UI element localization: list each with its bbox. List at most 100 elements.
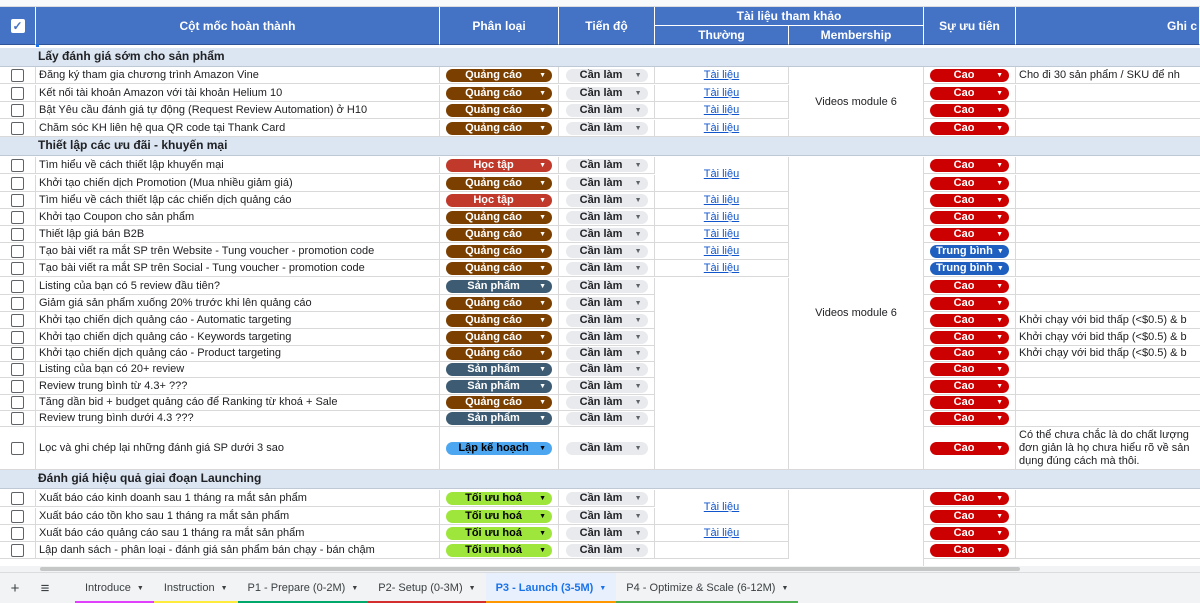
task-cell[interactable]: Khởi tạo chiến dịch Promotion (Mua nhiều… [36, 175, 440, 191]
progress-dropdown[interactable]: Cần làm ▼ [565, 509, 648, 523]
task-checkbox[interactable] [11, 103, 24, 117]
doc-cell[interactable]: Tài liệu [655, 120, 789, 136]
task-cell[interactable]: Khởi tạo chiến dịch quảng cáo - Keywords… [36, 329, 440, 345]
checkbox-cell[interactable] [0, 157, 36, 173]
category-dropdown[interactable]: Quảng cáo ▼ [446, 330, 552, 344]
header-progress[interactable]: Tiến độ [559, 7, 655, 45]
category-dropdown[interactable]: Sản phẩm ▼ [446, 279, 552, 293]
progress-cell[interactable]: Cần làm ▼ [559, 85, 655, 101]
progress-dropdown[interactable]: Cần làm ▼ [565, 346, 648, 360]
category-cell[interactable]: Quảng cáo ▼ [440, 85, 559, 101]
priority-cell[interactable]: Cao ▼ [924, 525, 1016, 541]
checkbox-cell[interactable] [0, 226, 36, 242]
category-cell[interactable]: Quảng cáo ▼ [440, 102, 559, 118]
priority-dropdown[interactable]: Cao ▼ [930, 279, 1009, 293]
header-reference[interactable]: Tài liệu tham khảo [655, 7, 924, 26]
progress-dropdown[interactable]: Cần làm ▼ [565, 362, 648, 376]
priority-cell[interactable]: Cao ▼ [924, 85, 1016, 101]
doc-link[interactable]: Tài liệu [704, 194, 739, 206]
membership-merged-cell-1[interactable]: Videos module 6 [789, 67, 924, 137]
progress-cell[interactable]: Cần làm ▼ [559, 295, 655, 311]
note-cell[interactable]: Khởi chạy với bid thấp (<$0.5) & b [1016, 345, 1200, 361]
priority-cell[interactable]: Cao ▼ [924, 508, 1016, 524]
task-cell[interactable]: Thiết lập giá bán B2B [36, 226, 440, 242]
progress-cell[interactable]: Cần làm ▼ [559, 243, 655, 259]
category-cell[interactable]: Sản phẩm ▼ [440, 410, 559, 426]
progress-cell[interactable]: Cần làm ▼ [559, 378, 655, 394]
tab-introduce[interactable]: Introduce ▼ [75, 573, 154, 603]
doc-link[interactable]: Tài liệu [704, 527, 739, 539]
section-row[interactable]: Thiết lập các ưu đãi - khuyến mại [0, 137, 1200, 156]
doc-link[interactable]: Tài liệu [704, 501, 739, 513]
note-cell[interactable]: Khởi chạy với bid thấp (<$0.5) & b [1016, 312, 1200, 328]
category-cell[interactable]: Sản phẩm ▼ [440, 278, 559, 294]
header-regular[interactable]: Thường [655, 26, 789, 45]
progress-cell[interactable]: Cần làm ▼ [559, 67, 655, 83]
tab-p4-optimize-scale-6-12m[interactable]: P4 - Optimize & Scale (6-12M) ▼ [616, 573, 799, 603]
priority-cell[interactable]: Cao ▼ [924, 329, 1016, 345]
checkbox-cell[interactable] [0, 295, 36, 311]
progress-cell[interactable]: Cần làm ▼ [559, 209, 655, 225]
category-cell[interactable]: Quảng cáo ▼ [440, 260, 559, 276]
priority-dropdown[interactable]: Cao ▼ [930, 121, 1009, 135]
priority-cell[interactable]: Cao ▼ [924, 157, 1016, 173]
note-cell[interactable] [1016, 542, 1200, 558]
checkbox-cell[interactable] [0, 67, 36, 83]
priority-cell[interactable]: Cao ▼ [924, 175, 1016, 191]
note-cell[interactable] [1016, 243, 1200, 259]
doc-merged-cell-c[interactable] [655, 278, 789, 470]
checkbox-cell[interactable] [0, 345, 36, 361]
task-cell[interactable]: Khởi tạo Coupon cho sản phẩm [36, 209, 440, 225]
category-cell[interactable]: Tối ưu hoá ▼ [440, 525, 559, 541]
task-checkbox[interactable] [11, 411, 24, 425]
progress-cell[interactable]: Cần làm ▼ [559, 361, 655, 377]
priority-cell[interactable]: Trung bình ▼ [924, 243, 1016, 259]
tab-p1-prepare-0-2m[interactable]: P1 - Prepare (0-2M) ▼ [237, 573, 369, 603]
priority-dropdown[interactable]: Cao ▼ [930, 395, 1009, 409]
doc-link[interactable]: Tài liệu [704, 245, 739, 257]
priority-cell[interactable]: Cao ▼ [924, 394, 1016, 410]
category-dropdown[interactable]: Tối ưu hoá ▼ [446, 526, 552, 540]
progress-cell[interactable]: Cần làm ▼ [559, 260, 655, 276]
doc-merged-cell-a[interactable]: Tài liệu [655, 157, 789, 192]
category-cell[interactable]: Quảng cáo ▼ [440, 175, 559, 191]
priority-dropdown[interactable]: Cao ▼ [930, 210, 1009, 224]
checkbox-cell[interactable] [0, 175, 36, 191]
task-checkbox[interactable] [11, 509, 24, 523]
priority-cell[interactable]: Cao ▼ [924, 102, 1016, 118]
task-checkbox[interactable] [11, 491, 24, 505]
task-cell[interactable]: Xuất báo cáo tồn kho sau 1 tháng ra mắt … [36, 508, 440, 524]
progress-cell[interactable]: Cần làm ▼ [559, 427, 655, 469]
progress-dropdown[interactable]: Cần làm ▼ [565, 158, 648, 172]
task-checkbox[interactable] [11, 68, 24, 82]
checkbox-cell[interactable] [0, 329, 36, 345]
task-checkbox[interactable] [11, 526, 24, 540]
priority-dropdown[interactable]: Cao ▼ [930, 526, 1009, 540]
section-row[interactable]: Đánh giá hiệu quả giai đoạn Launching [0, 470, 1200, 489]
category-cell[interactable]: Quảng cáo ▼ [440, 394, 559, 410]
priority-dropdown[interactable]: Cao ▼ [930, 313, 1009, 327]
category-cell[interactable]: Quảng cáo ▼ [440, 67, 559, 83]
priority-dropdown[interactable]: Cao ▼ [930, 296, 1009, 310]
note-cell[interactable]: Khởi chạy với bid thấp (<$0.5) & b [1016, 329, 1200, 345]
category-dropdown[interactable]: Tối ưu hoá ▼ [446, 509, 552, 523]
category-dropdown[interactable]: Học tập ▼ [446, 158, 552, 172]
task-cell[interactable]: Tìm hiểu về cách thiết lập khuyến mại [36, 157, 440, 173]
checkbox-cell[interactable] [0, 490, 36, 506]
category-dropdown[interactable]: Học tập ▼ [446, 193, 552, 207]
note-cell[interactable] [1016, 120, 1200, 136]
progress-dropdown[interactable]: Cần làm ▼ [565, 330, 648, 344]
doc-cell[interactable]: Tài liệu [655, 192, 789, 208]
note-cell[interactable] [1016, 157, 1200, 173]
task-cell[interactable]: Review trung bình dưới 4.3 ??? [36, 410, 440, 426]
category-dropdown[interactable]: Quảng cáo ▼ [446, 103, 552, 117]
task-checkbox[interactable] [11, 86, 24, 100]
category-cell[interactable]: Quảng cáo ▼ [440, 243, 559, 259]
category-cell[interactable]: Quảng cáo ▼ [440, 312, 559, 328]
task-checkbox[interactable] [11, 362, 24, 376]
checkbox-cell[interactable] [0, 542, 36, 558]
priority-cell[interactable]: Cao ▼ [924, 295, 1016, 311]
doc-link[interactable]: Tài liệu [704, 211, 739, 223]
category-dropdown[interactable]: Quảng cáo ▼ [446, 68, 552, 82]
progress-dropdown[interactable]: Cần làm ▼ [565, 261, 648, 275]
